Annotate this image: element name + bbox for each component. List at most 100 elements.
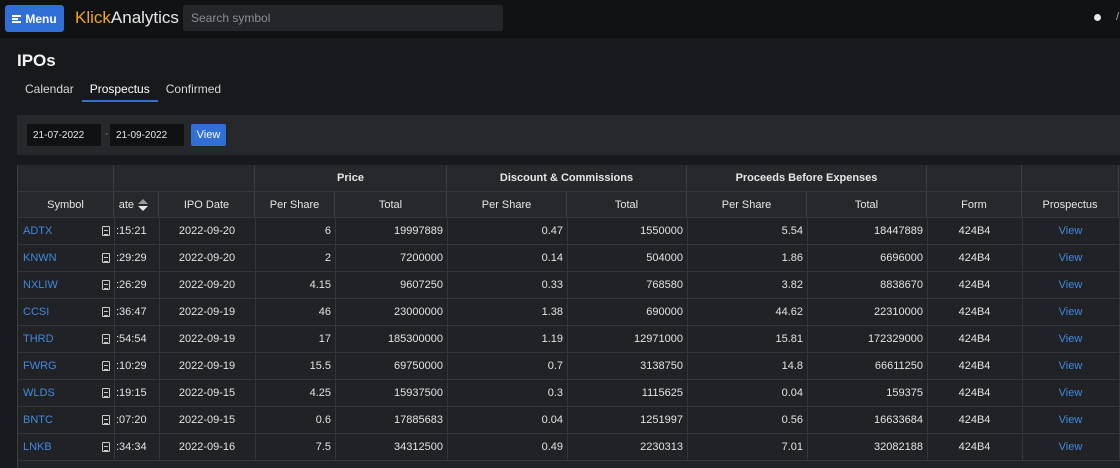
symbol-link[interactable]: FWRG <box>23 353 111 379</box>
col-date-sortable[interactable]: ate <box>114 192 159 217</box>
col-form[interactable]: Form <box>927 192 1022 217</box>
discount-per-share-cell: 0.33 <box>541 279 563 291</box>
discount-per-share-cell: 0.3 <box>547 387 563 399</box>
proceeds-per-share-cell: 1.86 <box>781 252 803 264</box>
col-prospectus[interactable]: Prospectus <box>1022 192 1119 217</box>
prospectus-view-link[interactable]: View <box>1022 353 1119 379</box>
discount-per-share-cell: 1.19 <box>541 333 563 345</box>
column-divider <box>114 353 115 379</box>
price-per-share-cell: 7.5 <box>315 441 331 453</box>
col-discount-total[interactable]: Total <box>567 192 687 217</box>
price-per-share-cell: 4.15 <box>309 279 331 291</box>
discount-total-cell: 1115625 <box>641 387 683 399</box>
form-cell: 424B4 <box>958 279 991 291</box>
col-discount-per-share[interactable]: Per Share <box>447 192 567 217</box>
symbol-link[interactable]: KNWN <box>23 245 111 271</box>
prospectus-view-link[interactable]: View <box>1022 380 1119 406</box>
symbol-link[interactable]: LNKB <box>23 434 111 460</box>
column-header-row: Symbol ate IPO Date Per Share Total Per … <box>18 192 1120 218</box>
from-date-input[interactable]: 21-07-2022 <box>27 124 101 146</box>
symbol-link[interactable]: NXLIW <box>23 272 111 298</box>
column-divider <box>114 299 115 325</box>
ipo-date-cell: 2022-09-20 <box>178 225 236 237</box>
proceeds-per-share-cell: 0.56 <box>781 414 803 426</box>
time-cell: :54:54 <box>116 333 147 345</box>
proceeds-per-share-cell: 14.8 <box>781 360 803 372</box>
column-divider <box>114 326 115 352</box>
ipo-table: Price Discount & Commissions Proceeds Be… <box>17 165 1120 468</box>
search-placeholder: Search symbol <box>191 11 271 25</box>
user-menu-icon[interactable]: / <box>1116 11 1119 23</box>
symbol-link[interactable]: WLDS <box>23 380 111 406</box>
price-per-share-cell: 15.5 <box>309 360 331 372</box>
form-cell: 424B4 <box>958 225 991 237</box>
prospectus-view-link[interactable]: View <box>1022 245 1119 271</box>
to-date-input[interactable]: 21-09-2022 <box>110 124 184 146</box>
proceeds-per-share-cell: 0.04 <box>781 387 803 399</box>
proceeds-per-share-cell: 44.62 <box>775 306 803 318</box>
discount-per-share-cell: 0.7 <box>547 360 563 372</box>
prospectus-view-link[interactable]: View <box>1022 434 1119 460</box>
table-row: :15:21 ADTX 2022-09-20 6 19997889 0.47 1550000… <box>18 218 1120 245</box>
price-total-cell: 34312500 <box>394 441 443 453</box>
prospectus-view-link[interactable]: View <box>1022 218 1119 244</box>
group-header-price: Price <box>255 165 447 191</box>
discount-total-cell: 2230313 <box>640 441 683 453</box>
prospectus-view-link[interactable]: View <box>1022 299 1119 325</box>
form-cell: 424B4 <box>958 441 991 453</box>
column-divider <box>114 380 115 406</box>
tab-prospectus[interactable]: Prospectus <box>81 78 158 102</box>
column-divider <box>114 245 115 271</box>
symbol-link[interactable]: ADTX <box>23 218 111 244</box>
logo-klick: Klick <box>75 8 111 27</box>
menu-button[interactable]: Menu <box>5 5 64 32</box>
discount-per-share-cell: 0.47 <box>541 225 563 237</box>
symbol-link[interactable]: THRD <box>23 326 111 352</box>
tab-confirmed[interactable]: Confirmed <box>158 78 229 102</box>
discount-total-cell: 768580 <box>646 279 683 291</box>
date-filter-bar: 21-07-2022 - 21-09-2022 View <box>17 115 1120 155</box>
col-proceeds-per-share[interactable]: Per Share <box>687 192 807 217</box>
time-cell: :34:34 <box>116 441 147 453</box>
top-bar: Menu KlickAnalytics Search symbol / <box>0 0 1120 38</box>
group-header-empty-4 <box>1022 165 1119 191</box>
price-total-cell: 9607250 <box>400 279 443 291</box>
group-header-empty-2 <box>114 165 255 191</box>
prospectus-view-link[interactable]: View <box>1022 272 1119 298</box>
time-cell: :26:29 <box>116 279 147 291</box>
symbol-link[interactable]: CCSI <box>23 299 111 325</box>
col-price-per-share[interactable]: Per Share <box>255 192 335 217</box>
proceeds-per-share-cell: 15.81 <box>775 333 803 345</box>
ipo-date-cell: 2022-09-19 <box>178 360 236 372</box>
prospectus-view-link[interactable]: View <box>1022 407 1119 433</box>
prospectus-view-link[interactable]: View <box>1022 326 1119 352</box>
col-price-total[interactable]: Total <box>335 192 447 217</box>
proceeds-per-share-cell: 5.54 <box>781 225 803 237</box>
sort-icon[interactable] <box>138 198 148 211</box>
proceeds-total-cell: 18447889 <box>874 225 923 237</box>
tab-calendar[interactable]: Calendar <box>17 78 82 102</box>
app-logo[interactable]: KlickAnalytics <box>75 8 179 28</box>
proceeds-total-cell: 22310000 <box>874 306 923 318</box>
proceeds-total-cell: 66611250 <box>874 360 923 372</box>
view-button[interactable]: View <box>191 124 226 146</box>
col-symbol[interactable]: Symbol <box>18 192 114 217</box>
table-row: :34:34 LNKB 2022-09-16 7.5 34312500 0.49 22303… <box>18 434 1120 461</box>
discount-total-cell: 690000 <box>646 306 683 318</box>
proceeds-total-cell: 159375 <box>886 387 923 399</box>
price-per-share-cell: 6 <box>324 225 331 237</box>
status-dot-icon[interactable] <box>1094 14 1101 21</box>
price-total-cell: 23000000 <box>394 306 443 318</box>
col-ipo-date[interactable]: IPO Date <box>159 192 255 217</box>
symbol-link[interactable]: BNTC <box>23 407 111 433</box>
search-input[interactable]: Search symbol <box>183 5 503 31</box>
time-cell: :07:20 <box>116 414 147 426</box>
col-proceeds-total[interactable]: Total <box>807 192 927 217</box>
column-divider <box>114 218 115 244</box>
discount-per-share-cell: 1.38 <box>541 306 563 318</box>
group-header-empty-3 <box>927 165 1022 191</box>
table-row: :36:47 CCSI 2022-09-19 46 23000000 1.38 690000… <box>18 299 1120 326</box>
discount-total-cell: 3138750 <box>640 360 683 372</box>
price-total-cell: 17885683 <box>394 414 443 426</box>
time-cell: :19:15 <box>116 387 147 399</box>
